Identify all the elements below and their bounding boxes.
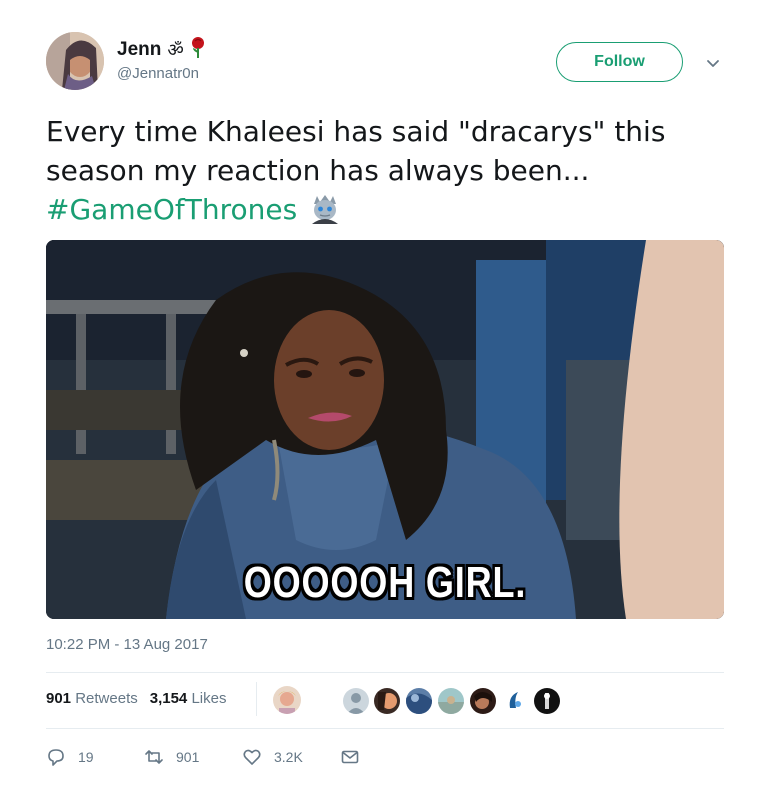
tweet-media[interactable]: OOOOOH GIRL. — [46, 240, 724, 619]
hashtag-link[interactable]: #GameOfThrones — [46, 193, 297, 226]
like-count: 3.2K — [274, 749, 303, 765]
reply-count: 19 — [78, 749, 94, 765]
like-button[interactable]: 3.2K — [242, 747, 303, 767]
liker-avatar[interactable] — [273, 686, 301, 714]
reply-button[interactable]: 19 — [46, 747, 94, 767]
author-display-name[interactable]: Jenn ॐ — [117, 36, 206, 63]
reply-icon — [48, 749, 64, 766]
tweet-body: Every time Khaleesi has said "dracarys" … — [46, 115, 666, 187]
direct-message-button[interactable] — [340, 747, 360, 767]
gif-caption: OOOOOH GIRL. — [243, 558, 527, 607]
heart-icon — [243, 749, 261, 765]
divider-top — [46, 672, 724, 673]
rose-icon — [190, 36, 206, 63]
tweet-text: Every time Khaleesi has said "dracarys" … — [46, 112, 726, 229]
likes-stat[interactable]: 3,154 Likes — [150, 690, 227, 707]
retweet-icon — [145, 750, 163, 764]
stats-separator — [256, 682, 257, 716]
om-icon: ॐ — [167, 39, 184, 61]
liker-avatar[interactable] — [406, 688, 432, 714]
liker-avatar[interactable] — [502, 688, 528, 714]
night-king-icon — [308, 194, 342, 224]
author-name[interactable]: Jenn — [117, 39, 161, 61]
tweet-timestamp[interactable]: 10:22 PM - 13 Aug 2017 — [46, 636, 208, 653]
retweets-stat[interactable]: 901 Retweets — [46, 690, 138, 707]
liker-avatar[interactable] — [438, 688, 464, 714]
author-handle[interactable]: @Jennatr0n — [117, 65, 199, 82]
follow-button[interactable]: Follow — [556, 42, 683, 82]
envelope-icon — [341, 750, 359, 764]
retweet-count: 901 — [176, 749, 200, 765]
retweets-label: Retweets — [75, 690, 138, 707]
liker-avatar[interactable] — [470, 688, 496, 714]
author-avatar[interactable] — [46, 32, 104, 90]
liker-avatar[interactable] — [374, 688, 400, 714]
retweet-button[interactable]: 901 — [144, 747, 199, 767]
chevron-down-icon[interactable] — [703, 53, 723, 73]
liker-avatar[interactable] — [343, 688, 369, 714]
likes-count: 3,154 — [149, 690, 188, 707]
likes-label: Likes — [191, 690, 227, 707]
liker-avatar[interactable] — [534, 688, 560, 714]
retweets-count: 901 — [46, 690, 72, 707]
tweet-stats: 901 Retweets 3,154 Likes — [46, 690, 226, 707]
divider-bottom — [46, 728, 724, 729]
